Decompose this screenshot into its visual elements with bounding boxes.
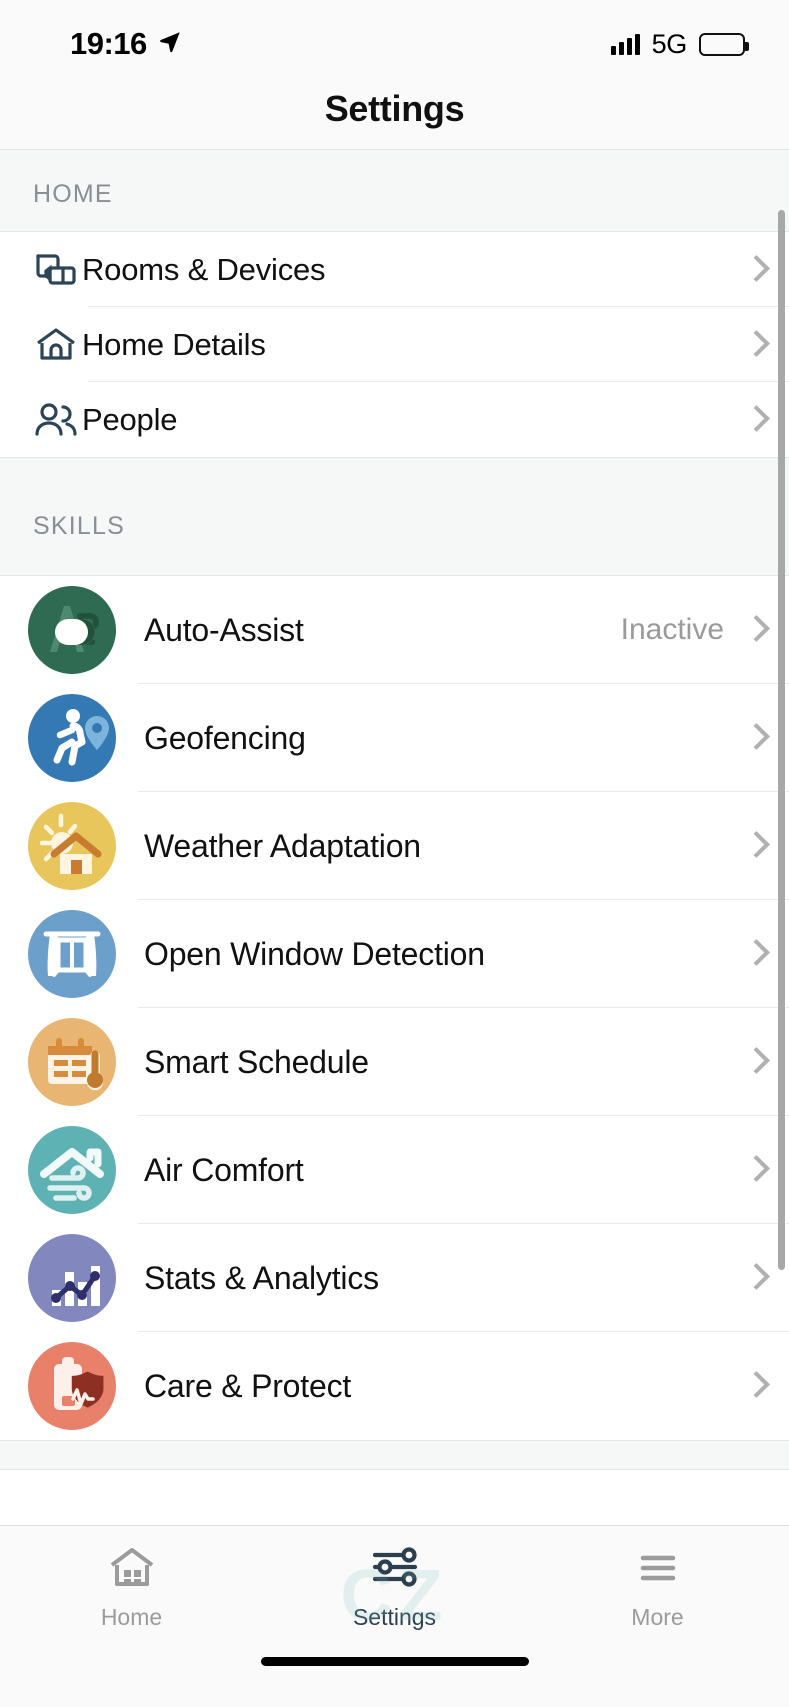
chevron-right-icon <box>746 330 763 360</box>
home-indicator[interactable] <box>260 1657 529 1666</box>
tab-settings[interactable]: Settings <box>263 1544 526 1631</box>
chevron-right-icon <box>746 1371 763 1401</box>
row-label: Geofencing <box>144 719 306 756</box>
hamburger-tab-icon <box>633 1544 683 1595</box>
people-icon <box>30 394 82 446</box>
section-header-skills: SKILLS <box>0 457 789 576</box>
chevron-right-icon <box>746 615 763 645</box>
chevron-right-icon <box>746 1047 763 1077</box>
chevron-right-icon <box>746 255 763 285</box>
settings-row-open-window-detection[interactable]: Open Window Detection <box>0 900 789 1008</box>
tab-label: Settings <box>352 1604 437 1630</box>
settings-row-people[interactable]: People <box>0 382 789 457</box>
house-tab-icon <box>107 1544 157 1595</box>
page-title: Settings <box>324 88 465 129</box>
status-bar-right: 5G <box>610 28 749 60</box>
home-indicator-area <box>0 1645 789 1707</box>
settings-row-geofencing[interactable]: Geofencing <box>0 684 789 792</box>
row-label: Smart Schedule <box>144 1043 369 1080</box>
tab-more[interactable]: More <box>526 1544 789 1631</box>
settings-row-smart-schedule[interactable]: Smart Schedule <box>0 1008 789 1116</box>
auto-assist-icon <box>28 586 116 674</box>
settings-row-home-details[interactable]: Home Details <box>0 307 789 382</box>
status-bar: 19:16 5G <box>0 0 789 88</box>
location-arrow-icon <box>157 29 183 60</box>
smart-schedule-icon <box>28 1018 116 1106</box>
row-label: Air Comfort <box>144 1151 304 1188</box>
settings-row-care-protect[interactable]: Care & Protect <box>0 1332 789 1440</box>
clock: 19:16 <box>70 26 147 61</box>
status-bar-left: 19:16 <box>70 26 183 62</box>
row-label: Auto-Assist <box>144 611 304 648</box>
row-label: Home Details <box>82 326 266 362</box>
settings-row-rooms-devices[interactable]: Rooms & Devices <box>0 232 789 307</box>
chevron-right-icon <box>746 831 763 861</box>
section-header-home: HOME <box>0 150 789 232</box>
settings-row-stats-analytics[interactable]: Stats & Analytics <box>0 1224 789 1332</box>
chevron-right-icon <box>746 1155 763 1185</box>
row-label: Stats & Analytics <box>144 1259 379 1296</box>
settings-row-air-comfort[interactable]: Air Comfort <box>0 1116 789 1224</box>
open-window-icon <box>28 910 116 998</box>
settings-row-weather-adaptation[interactable]: Weather Adaptation <box>0 792 789 900</box>
devices-icon <box>30 244 82 296</box>
row-label: Open Window Detection <box>144 935 485 972</box>
network-label: 5G <box>651 28 688 59</box>
care-protect-icon <box>28 1342 116 1430</box>
status-badge: Inactive <box>620 613 724 646</box>
signal-bars-icon <box>610 33 640 55</box>
vertical-scrollbar[interactable] <box>778 210 785 1270</box>
chevron-right-icon <box>746 1263 763 1293</box>
bottom-tab-bar: Home Settings More <box>0 1525 789 1645</box>
phone-screen: 19:16 5G Settings HOME Rooms & Devices H… <box>0 0 789 1707</box>
chevron-right-icon <box>746 723 763 753</box>
stats-analytics-icon <box>28 1234 116 1322</box>
row-label: Weather Adaptation <box>144 827 421 864</box>
tab-home[interactable]: Home <box>0 1544 263 1631</box>
air-comfort-icon <box>28 1126 116 1214</box>
row-label: Rooms & Devices <box>82 251 326 287</box>
house-outline-icon <box>30 319 82 371</box>
nav-bar: Settings <box>0 88 789 150</box>
list-bottom-spacer <box>0 1440 789 1470</box>
sliders-tab-icon <box>369 1544 421 1595</box>
geofencing-icon <box>28 694 116 782</box>
chevron-right-icon <box>746 405 763 435</box>
settings-row-auto-assist[interactable]: Auto-Assist Inactive <box>0 576 789 684</box>
settings-scroll-area[interactable]: HOME Rooms & Devices Home Details People… <box>0 150 789 1525</box>
tab-label: Home <box>100 1604 163 1630</box>
row-label: People <box>82 401 178 437</box>
tab-label: More <box>631 1604 684 1630</box>
chevron-right-icon <box>746 939 763 969</box>
weather-adaptation-icon <box>28 802 116 890</box>
row-label: Care & Protect <box>144 1367 352 1404</box>
battery-icon <box>699 32 749 56</box>
